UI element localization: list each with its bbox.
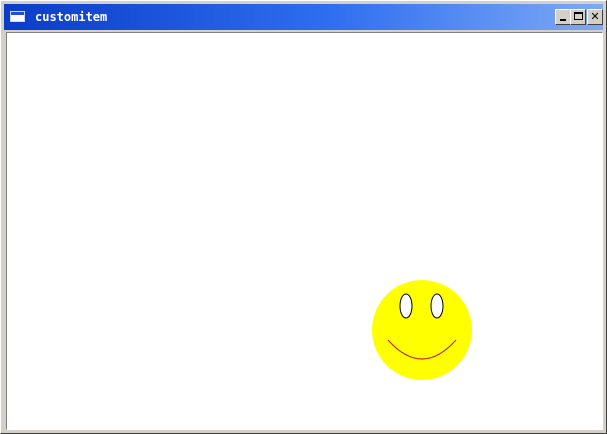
minimize-button[interactable] (555, 9, 571, 25)
window-title: customitem (35, 10, 108, 24)
maximize-icon (574, 12, 583, 20)
app-window: customitem ✕ (0, 0, 607, 434)
close-button[interactable]: ✕ (587, 9, 603, 25)
left-eye (399, 293, 413, 319)
smiley-face-item[interactable] (370, 278, 474, 382)
smiley-face-circle (372, 280, 472, 380)
right-eye (430, 293, 444, 319)
graphics-view[interactable] (6, 32, 603, 430)
minimize-icon (560, 19, 566, 21)
close-icon: ✕ (590, 10, 600, 23)
title-bar[interactable]: customitem ✕ (4, 4, 603, 30)
maximize-button[interactable] (570, 9, 586, 25)
app-window-icon[interactable] (10, 11, 25, 22)
